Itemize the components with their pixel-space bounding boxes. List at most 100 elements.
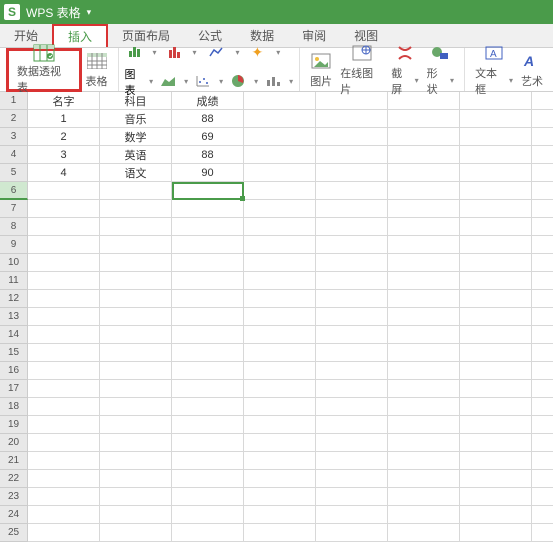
cell[interactable] [460,146,532,164]
cell[interactable] [100,308,172,326]
table-button[interactable]: 表格 [82,48,112,91]
cell[interactable] [316,344,388,362]
cell[interactable] [316,434,388,452]
pivot-table-button[interactable]: 数据透视表 [6,48,82,92]
cell[interactable] [532,506,553,524]
row-header[interactable]: 17 [0,380,28,398]
cell[interactable] [388,506,460,524]
row-header[interactable]: 12 [0,290,28,308]
cell[interactable] [316,272,388,290]
cell[interactable] [28,308,100,326]
cell[interactable] [532,272,553,290]
cell[interactable] [172,290,244,308]
cell[interactable]: 90 [172,164,244,182]
cell[interactable] [460,362,532,380]
cell[interactable] [244,182,316,200]
cell[interactable] [388,272,460,290]
cell[interactable] [532,236,553,254]
pie-chart-dropdown[interactable]: ▾ [254,77,258,86]
cell[interactable] [28,272,100,290]
row-header[interactable]: 4 [0,146,28,164]
row-header[interactable]: 11 [0,272,28,290]
cell[interactable] [244,326,316,344]
row-header[interactable]: 8 [0,218,28,236]
cell[interactable]: 4 [28,164,100,182]
cell[interactable] [244,236,316,254]
cell[interactable] [532,398,553,416]
cell[interactable] [460,164,532,182]
row-header[interactable]: 16 [0,362,28,380]
cell[interactable] [172,182,244,200]
screenshot-dropdown[interactable]: ▾ [415,76,419,85]
cell[interactable] [532,92,553,110]
cell[interactable] [460,452,532,470]
cell[interactable] [100,452,172,470]
cell[interactable] [388,326,460,344]
cell[interactable] [460,308,532,326]
cell[interactable] [460,128,532,146]
cell[interactable] [100,326,172,344]
cell[interactable] [532,146,553,164]
cell[interactable] [100,290,172,308]
app-dropdown-icon[interactable]: ▾ [87,7,92,18]
row-header[interactable]: 1 [0,92,28,110]
cell[interactable] [244,200,316,218]
cell[interactable] [172,470,244,488]
cell[interactable] [172,434,244,452]
cell[interactable] [100,506,172,524]
cell[interactable] [28,506,100,524]
cell[interactable] [460,326,532,344]
cell[interactable] [172,344,244,362]
cell[interactable] [532,308,553,326]
cell[interactable] [100,218,172,236]
cell[interactable] [244,272,316,290]
cell[interactable] [316,92,388,110]
cell[interactable] [100,524,172,542]
cell[interactable] [532,380,553,398]
cell[interactable]: 成绩 [172,92,244,110]
cell[interactable] [316,146,388,164]
column-chart-dropdown[interactable]: ▾ [193,48,197,57]
cell[interactable]: 科目 [100,92,172,110]
cell[interactable] [388,416,460,434]
cell[interactable] [388,308,460,326]
image-button[interactable]: 图片 [306,48,336,91]
cell[interactable] [316,524,388,542]
cell[interactable] [100,200,172,218]
cell[interactable] [316,506,388,524]
cell[interactable] [460,110,532,128]
cells-area[interactable]: 名字科目成绩1音乐882数学693英语884语文90 [28,92,553,542]
cell[interactable] [460,470,532,488]
cell[interactable]: 名字 [28,92,100,110]
cell[interactable] [316,218,388,236]
cell[interactable] [28,290,100,308]
cell[interactable] [28,398,100,416]
area-chart-button[interactable] [157,74,179,88]
row-header[interactable]: 13 [0,308,28,326]
cell[interactable] [388,524,460,542]
cell[interactable] [532,128,553,146]
textbox-dropdown[interactable]: ▾ [509,76,513,85]
cell[interactable]: 英语 [100,146,172,164]
screenshot-button[interactable]: 截屏 ▾ [387,40,422,99]
cell[interactable] [172,200,244,218]
cell[interactable] [388,128,460,146]
cell[interactable] [532,326,553,344]
cell[interactable] [244,164,316,182]
cell[interactable] [388,488,460,506]
shape-dropdown[interactable]: ▾ [450,76,454,85]
cell[interactable] [316,380,388,398]
row-header[interactable]: 15 [0,344,28,362]
cell[interactable] [100,344,172,362]
cell[interactable] [460,434,532,452]
cell[interactable] [316,128,388,146]
cell[interactable] [28,200,100,218]
cell[interactable] [100,272,172,290]
cell[interactable] [244,128,316,146]
cell[interactable] [172,398,244,416]
row-header[interactable]: 14 [0,326,28,344]
cell[interactable] [316,164,388,182]
row-header[interactable]: 21 [0,452,28,470]
cell[interactable] [172,506,244,524]
cell[interactable] [244,110,316,128]
